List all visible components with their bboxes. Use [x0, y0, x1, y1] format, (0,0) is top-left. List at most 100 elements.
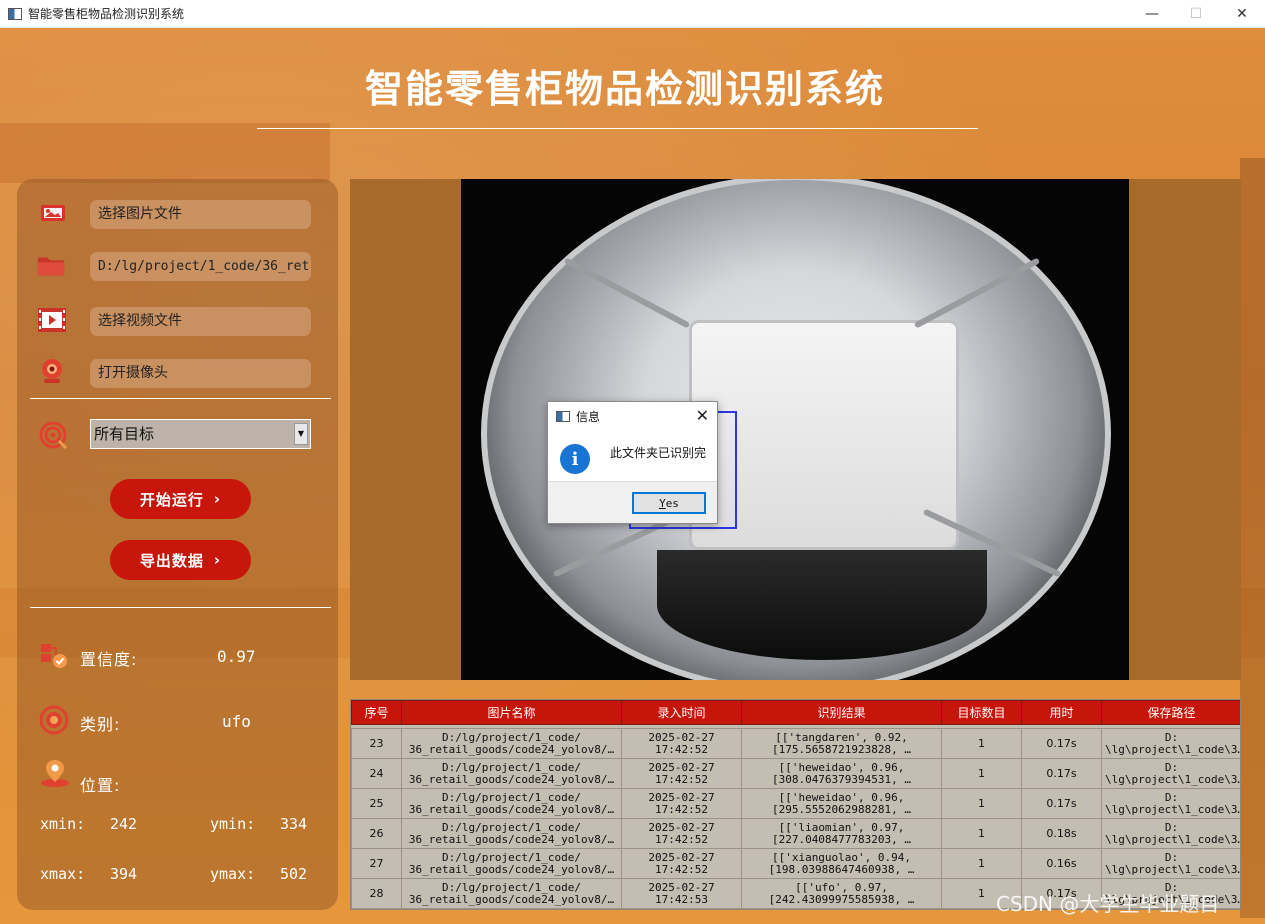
- confidence-value: 0.97: [217, 647, 256, 666]
- target-select[interactable]: 所有目标 ▼: [90, 419, 311, 449]
- select-video-button[interactable]: 选择视频文件: [90, 307, 311, 336]
- cell-duration[interactable]: 0.17s: [1021, 758, 1102, 789]
- xmax-label: xmax:: [40, 865, 86, 883]
- yes-button-mnemonic: Y: [659, 496, 666, 510]
- table-row[interactable]: 26 D:/lg/project/1_code/36_retail_goods/c…: [351, 818, 1240, 849]
- cell-target-count[interactable]: 1: [941, 758, 1022, 789]
- cell-entry-time[interactable]: 2025-02-27 17:42:52: [621, 728, 742, 759]
- cell-save-path[interactable]: D: \lg\project\1_code\3…: [1101, 848, 1240, 879]
- cell-duration[interactable]: 0.18s: [1021, 818, 1102, 849]
- minimize-button[interactable]: —: [1129, 0, 1175, 28]
- cell-entry-time[interactable]: 2025-02-27 17:42:52: [621, 758, 742, 789]
- ymax-label: ymax:: [210, 865, 256, 883]
- cell-result[interactable]: [['heweidao', 0.96, [295.5552062988281, …: [741, 788, 942, 819]
- cell-duration[interactable]: 0.17s: [1021, 788, 1102, 819]
- cell-entry-time-line1: 2025-02-27: [648, 760, 715, 774]
- dialog-close-icon[interactable]: ✕: [696, 406, 709, 425]
- start-button[interactable]: 开始运行 ›: [110, 479, 251, 519]
- cell-save-path[interactable]: D: \lg\project\1_code\3…: [1101, 818, 1240, 849]
- cell-index[interactable]: 27: [351, 848, 402, 879]
- cell-index[interactable]: 24: [351, 758, 402, 789]
- cell-result[interactable]: [['tangdaren', 0.92, [175.5658721923828, …: [741, 728, 942, 759]
- chevron-down-icon[interactable]: ▼: [294, 423, 308, 445]
- column-header[interactable]: 用时: [1021, 700, 1102, 725]
- cell-image-name[interactable]: D:/lg/project/1_code/36_retail_goods/cod…: [401, 878, 622, 909]
- cell-image-name[interactable]: D:/lg/project/1_code/36_retail_goods/cod…: [401, 788, 622, 819]
- cell-index[interactable]: 26: [351, 818, 402, 849]
- cell-result-line1: [['tangdaren', 0.92,: [775, 730, 908, 744]
- cell-entry-time-line1: 2025-02-27: [648, 730, 715, 744]
- column-header[interactable]: 序号: [351, 700, 402, 725]
- cell-target-count[interactable]: 1: [941, 728, 1022, 759]
- cell-save-path[interactable]: D: \lg\project\1_code\3…: [1101, 728, 1241, 759]
- cell-target-count[interactable]: 1: [941, 818, 1022, 849]
- cell-image-name-line2: 36_retail_goods/code24_yolov8/…: [408, 892, 615, 906]
- column-header[interactable]: 目标数目: [941, 700, 1022, 725]
- table-row[interactable]: 27 D:/lg/project/1_code/36_retail_goods/c…: [351, 848, 1240, 879]
- column-header[interactable]: 识别结果: [741, 700, 942, 725]
- dialog-message: 此文件夹已识别完: [610, 446, 707, 460]
- cell-image-name[interactable]: D:/lg/project/1_code/36_retail_goods/cod…: [401, 758, 622, 789]
- cell-image-name[interactable]: D:/lg/project/1_code/36_retail_goods/cod…: [401, 848, 622, 879]
- cell-entry-time-line1: 2025-02-27: [648, 850, 715, 864]
- title-underline: [257, 128, 978, 129]
- cell-image-name-line1: D:/lg/project/1_code/: [441, 730, 582, 744]
- cell-result-line1: [['ufo', 0.97,: [795, 880, 888, 894]
- cell-entry-time-line2: 17:42:52: [655, 742, 708, 756]
- cell-result-line2: [227.0408477783203, …: [771, 832, 912, 846]
- shelf-rail: [563, 257, 691, 329]
- cell-index[interactable]: 23: [351, 728, 402, 759]
- cell-result[interactable]: [['heweidao', 0.96, [308.0476379394531, …: [741, 758, 942, 789]
- cell-entry-time-line1: 2025-02-27: [648, 820, 715, 834]
- export-button[interactable]: 导出数据 ›: [110, 540, 251, 580]
- table-row[interactable]: 23 D:/lg/project/1_code/36_retail_goods/c…: [351, 728, 1241, 759]
- cell-save-path[interactable]: D: \lg\project\1_code\3…: [1101, 788, 1240, 819]
- cell-result-line2: [175.5658721923828, …: [771, 742, 912, 756]
- select-image-button[interactable]: 选择图片文件: [90, 200, 311, 229]
- position-label: 位置:: [80, 776, 121, 795]
- shelf-rail: [913, 257, 1041, 329]
- folder-path-field[interactable]: D:/lg/project/1_code/36_ret: [90, 252, 311, 281]
- info-icon: i: [560, 444, 590, 474]
- cell-save-path[interactable]: D: \lg\project\1_code\3…: [1101, 758, 1240, 789]
- column-header[interactable]: 录入时间: [621, 700, 742, 725]
- cell-result-line2: [198.03988647460938, …: [768, 862, 915, 876]
- cell-entry-time[interactable]: 2025-02-27 17:42:53: [621, 878, 742, 909]
- cell-duration[interactable]: 0.16s: [1021, 848, 1102, 879]
- dialog-yes-button[interactable]: Yes: [632, 492, 706, 514]
- chevron-right-icon: ›: [213, 490, 222, 508]
- cell-save-path-line2: \lg\project\1_code\3…: [1105, 742, 1241, 756]
- cell-result-line1: [['heweidao', 0.96,: [778, 790, 905, 804]
- column-header[interactable]: 图片名称: [401, 700, 622, 725]
- cell-target-count[interactable]: 1: [941, 788, 1022, 819]
- target-row: [39, 421, 69, 450]
- maximize-button[interactable]: ☐: [1173, 0, 1219, 28]
- close-button[interactable]: ✕: [1219, 0, 1265, 28]
- cell-image-name-line2: 36_retail_goods/code24_yolov8/…: [408, 772, 615, 786]
- cell-index[interactable]: 25: [351, 788, 402, 819]
- open-camera-button[interactable]: 打开摄像头: [90, 359, 311, 388]
- cell-entry-time[interactable]: 2025-02-27 17:42:52: [621, 788, 742, 819]
- cell-image-name[interactable]: D:/lg/project/1_code/36_retail_goods/cod…: [401, 818, 622, 849]
- window-titlebar: 智能零售柜物品检测识别系统 — ☐ ✕: [0, 0, 1265, 28]
- table-row[interactable]: 25 D:/lg/project/1_code/36_retail_goods/c…: [351, 788, 1240, 819]
- cell-index[interactable]: 28: [351, 878, 402, 909]
- cell-entry-time[interactable]: 2025-02-27 17:42:52: [621, 818, 742, 849]
- cell-image-name-line1: D:/lg/project/1_code/: [441, 790, 582, 804]
- cell-image-name[interactable]: D:/lg/project/1_code/36_retail_goods/cod…: [401, 728, 622, 759]
- panel-divider: [30, 398, 331, 399]
- table-row[interactable]: 24 D:/lg/project/1_code/36_retail_goods/c…: [351, 758, 1240, 789]
- cell-duration[interactable]: 0.17s: [1021, 728, 1102, 759]
- table-header-row: 序号 图片名称 录入时间 识别结果 目标数目 用时 保存路径: [351, 700, 1240, 725]
- cell-result-line1: [['heweidao', 0.96,: [778, 760, 905, 774]
- cell-target-count[interactable]: 1: [941, 848, 1022, 879]
- cell-result[interactable]: [['ufo', 0.97, [242.43099975585938, …: [741, 878, 942, 909]
- cell-save-path-line1: D:: [1164, 820, 1179, 834]
- results-table[interactable]: 序号 图片名称 录入时间 识别结果 目标数目 用时 保存路径 23 D:/lg/p…: [350, 699, 1241, 910]
- cell-result[interactable]: [['liaomian', 0.97, [227.0408477783203, …: [741, 818, 942, 849]
- cell-entry-time[interactable]: 2025-02-27 17:42:52: [621, 848, 742, 879]
- column-header[interactable]: 保存路径: [1101, 700, 1240, 725]
- cell-result-line2: [295.5552062988281, …: [771, 802, 912, 816]
- cell-result[interactable]: [['xianguolao', 0.94, [198.03988647460938…: [741, 848, 942, 879]
- ymax-value: 502: [280, 865, 308, 883]
